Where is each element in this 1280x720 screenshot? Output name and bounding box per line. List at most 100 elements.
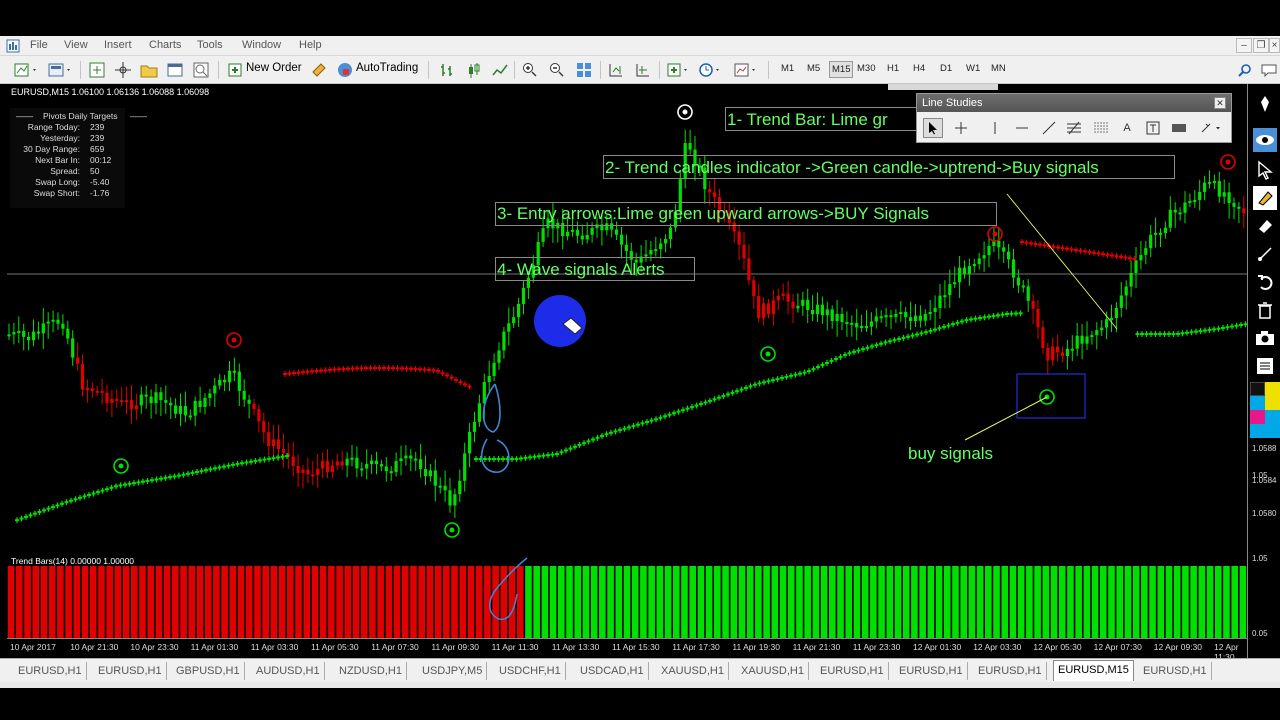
timeframe-h1[interactable]: H1 xyxy=(887,63,899,74)
highlighter-icon[interactable] xyxy=(1253,186,1277,210)
new-order-icon[interactable] xyxy=(226,60,244,80)
chart-tab[interactable]: EURUSD,H1 xyxy=(94,662,167,680)
strategy-tester-icon[interactable] xyxy=(190,60,212,80)
candlestick-icon[interactable] xyxy=(464,60,484,80)
undo-icon[interactable] xyxy=(1253,270,1277,294)
crosshair-icon[interactable] xyxy=(951,118,971,138)
chart-tab[interactable]: USDCHF,H1 xyxy=(495,662,566,680)
trendline-icon[interactable] xyxy=(1039,118,1059,138)
metaeditor-icon[interactable] xyxy=(310,60,328,80)
chart-tab[interactable]: EURUSD,H1 xyxy=(974,662,1047,680)
horizontal-line-icon[interactable] xyxy=(1012,118,1032,138)
camera-icon[interactable] xyxy=(1253,326,1277,350)
timeframe-m30[interactable]: M30 xyxy=(857,63,875,74)
zoom-out-icon[interactable] xyxy=(547,60,567,80)
text-label-icon[interactable] xyxy=(1143,118,1163,138)
eraser-icon[interactable] xyxy=(1253,214,1277,238)
candle-body xyxy=(1090,335,1094,338)
close-icon[interactable]: × xyxy=(1269,38,1280,53)
chat-icon[interactable] xyxy=(1260,60,1278,80)
candle-body xyxy=(384,466,388,472)
chart-tab[interactable]: USDJPY,M5 xyxy=(418,662,488,680)
chart-shift-icon[interactable] xyxy=(606,60,626,80)
trend-bar xyxy=(1124,566,1132,638)
menu-view[interactable]: View xyxy=(64,39,88,51)
menu-help[interactable]: Help xyxy=(299,39,322,51)
candle-body xyxy=(958,267,962,283)
search-icon[interactable] xyxy=(1236,60,1254,80)
chart-tab[interactable]: XAUUSD,H1 xyxy=(737,662,809,680)
timeframe-d1[interactable]: D1 xyxy=(940,63,952,74)
line-tool-icon[interactable] xyxy=(1253,242,1277,266)
timeframe-h4[interactable]: H4 xyxy=(913,63,925,74)
zoom-in-icon[interactable] xyxy=(520,60,540,80)
trash-icon[interactable] xyxy=(1253,298,1277,322)
timeframe-m1[interactable]: M1 xyxy=(781,63,794,74)
indicators-icon[interactable] xyxy=(666,60,694,80)
timeframe-m15[interactable]: M15 xyxy=(829,61,854,78)
menu-icon[interactable] xyxy=(1253,354,1277,378)
pen-icon[interactable] xyxy=(1253,92,1277,116)
candle-body xyxy=(419,459,423,470)
menu-window[interactable]: Window xyxy=(242,39,281,51)
chart-tab[interactable]: NZDUSD,H1 xyxy=(335,662,407,680)
autotrading-icon[interactable] xyxy=(336,60,354,80)
timeframe-w1[interactable]: W1 xyxy=(966,63,980,74)
fibonacci-icon[interactable] xyxy=(1064,118,1084,138)
bar-chart-icon[interactable] xyxy=(437,60,457,80)
chart-tab[interactable]: EURUSD,H1 xyxy=(816,662,889,680)
candle-body xyxy=(22,331,26,337)
chart-tab[interactable]: GBPUSD,H1 xyxy=(172,662,245,680)
chart-tab[interactable]: EURUSD,H1 xyxy=(14,662,87,680)
menu-insert[interactable]: Insert xyxy=(104,39,132,51)
terminal-icon[interactable] xyxy=(164,60,186,80)
chart-tab[interactable]: EURUSD,M15 xyxy=(1053,660,1134,681)
price-chart[interactable]: EURUSD,M15 1.06100 1.06136 1.06088 1.060… xyxy=(7,84,1247,554)
menu-file[interactable]: File xyxy=(30,39,48,51)
chart-tab[interactable]: EURUSD,H1 xyxy=(895,662,968,680)
chart-tab[interactable]: EURUSD,H1 xyxy=(1139,662,1212,680)
close-icon[interactable]: ✕ xyxy=(1214,97,1226,109)
templates-icon[interactable] xyxy=(733,60,761,80)
trend-bar xyxy=(328,566,335,638)
trend-bar xyxy=(1058,566,1066,638)
cursor-icon[interactable] xyxy=(923,118,943,138)
line-studies-toolbar[interactable]: Line Studies ✕ A xyxy=(916,93,1232,143)
color-palette[interactable] xyxy=(1250,382,1280,440)
chart-tab[interactable]: AUDUSD,H1 xyxy=(252,662,325,680)
periods-icon[interactable] xyxy=(698,60,726,80)
auto-scroll-icon[interactable] xyxy=(633,60,653,80)
new-chart-icon[interactable] xyxy=(12,60,40,80)
menu-charts[interactable]: Charts xyxy=(149,39,181,51)
candle-body xyxy=(752,280,756,297)
more-tools-icon[interactable] xyxy=(1199,118,1225,138)
menu-tools[interactable]: Tools xyxy=(197,39,223,51)
profiles-icon[interactable] xyxy=(46,60,74,80)
trend-bar xyxy=(1026,566,1033,638)
minimize-icon[interactable]: – xyxy=(1236,38,1252,53)
channel-icon[interactable] xyxy=(1091,118,1111,138)
trend-bar xyxy=(681,566,688,638)
trend-bar xyxy=(369,566,376,638)
trend-bar xyxy=(1001,566,1009,638)
trend-bar xyxy=(861,566,869,638)
chart-tab[interactable]: USDCAD,H1 xyxy=(576,662,649,680)
text-icon[interactable]: A xyxy=(1117,118,1137,138)
timeframe-m5[interactable]: M5 xyxy=(807,63,820,74)
candle-body xyxy=(208,393,212,398)
pointer-icon[interactable] xyxy=(1253,158,1277,182)
folder-icon[interactable] xyxy=(138,60,160,80)
market-watch-icon[interactable] xyxy=(86,60,108,80)
tile-windows-icon[interactable] xyxy=(574,60,594,80)
vertical-line-icon[interactable] xyxy=(985,118,1005,138)
navigator-icon[interactable] xyxy=(112,60,134,80)
rectangle-icon[interactable] xyxy=(1169,118,1189,138)
line-chart-icon[interactable] xyxy=(490,60,510,80)
candle-body xyxy=(889,315,893,318)
chart-tab[interactable]: XAUUSD,H1 xyxy=(657,662,729,680)
restore-icon[interactable]: ❐ xyxy=(1253,38,1269,53)
autotrading-button[interactable]: AutoTrading xyxy=(356,62,418,74)
eye-icon[interactable] xyxy=(1253,128,1277,152)
timeframe-mn[interactable]: MN xyxy=(991,63,1006,74)
new-order-button[interactable]: New Order xyxy=(246,62,302,74)
